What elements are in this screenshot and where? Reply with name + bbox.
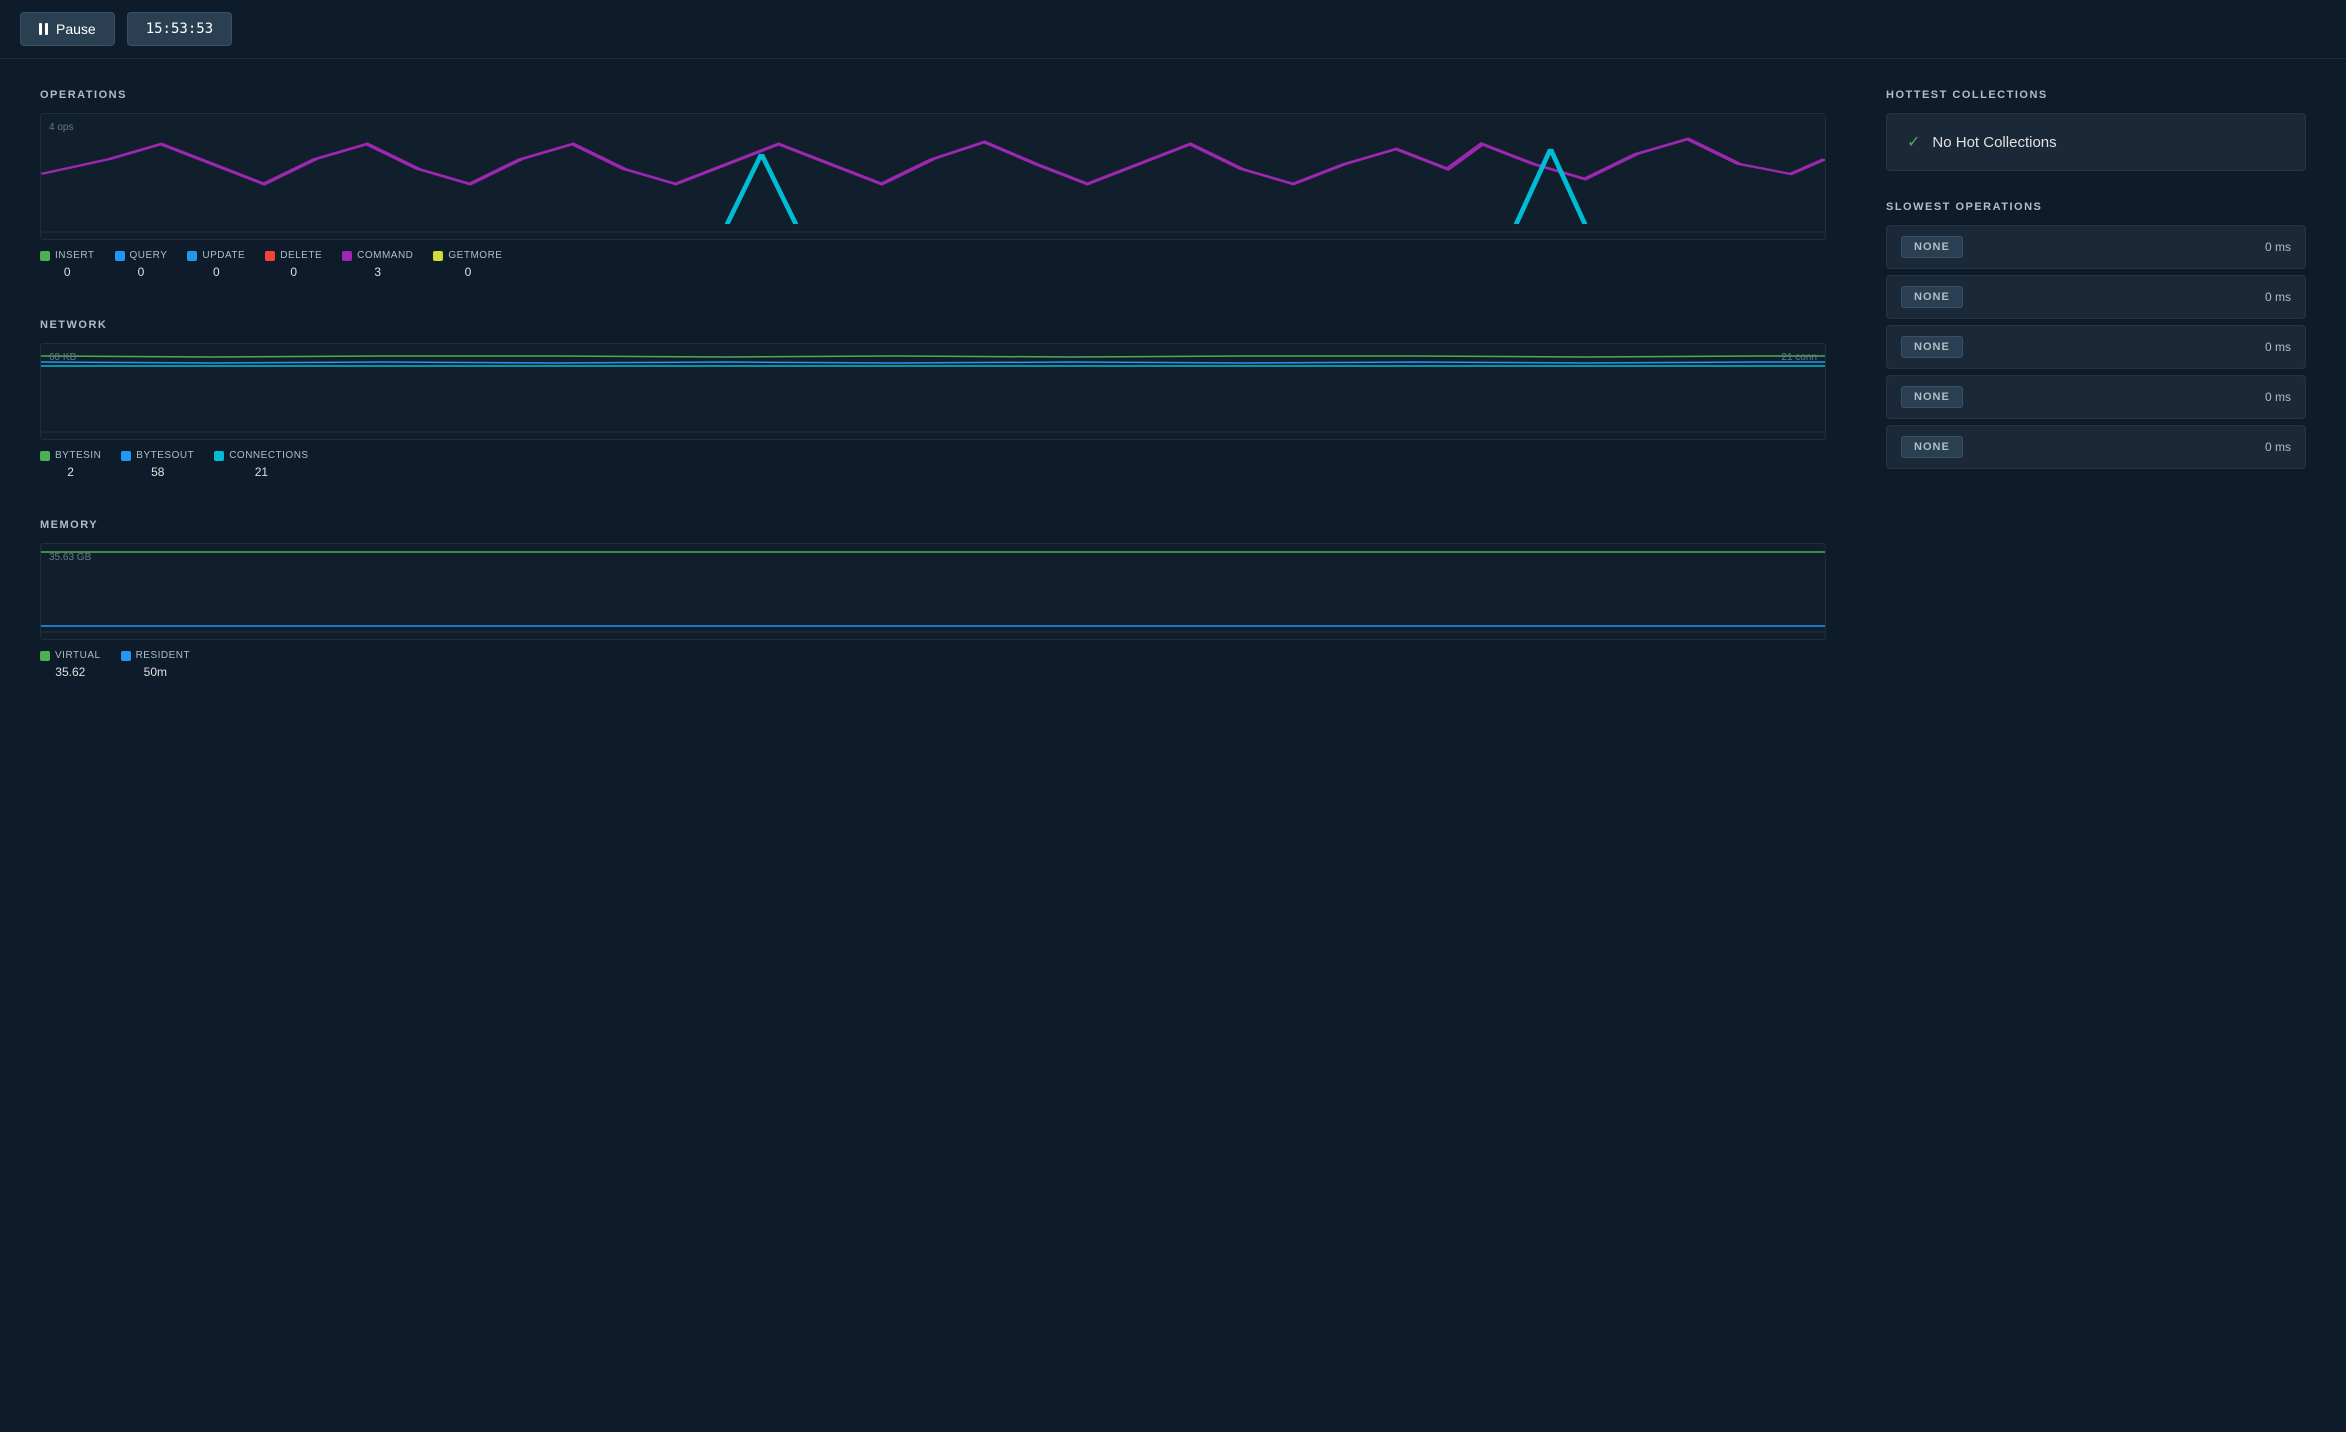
insert-value: 0 [64,265,71,279]
command-dot [342,251,352,261]
right-column: HOTTEST COLLECTIONS ✓ No Hot Collections… [1886,89,2306,679]
legend-resident: RESIDENT 50m [121,650,191,679]
delete-label: DELETE [280,250,322,261]
none-badge-1[interactable]: NONE [1901,286,1963,308]
slowest-row-4: NONE 0 ms [1886,425,2306,469]
delete-dot [265,251,275,261]
legend-bytesin: BYTESIN 2 [40,450,101,479]
checkmark-icon: ✓ [1907,132,1920,152]
bytesout-value: 58 [151,465,164,479]
left-column: OPERATIONS 4 ops INSERT [40,89,1826,679]
resident-value: 50m [144,665,167,679]
slowest-ops-list: NONE 0 ms NONE 0 ms NONE 0 ms NONE 0 ms … [1886,225,2306,469]
resident-label: RESIDENT [136,650,191,661]
query-dot [115,251,125,261]
operations-chart-area: 4 ops [40,113,1826,240]
legend-getmore: GETMORE 0 [433,250,502,279]
virtual-dot [40,651,50,661]
memory-section: MEMORY 35.63 GB VIRTUAL 35.62 [40,519,1826,679]
legend-command: COMMAND 3 [342,250,413,279]
slowest-row-3: NONE 0 ms [1886,375,2306,419]
insert-dot [40,251,50,261]
legend-virtual: VIRTUAL 35.62 [40,650,101,679]
operations-chart [41,114,1825,234]
ms-value-0: 0 ms [2265,240,2291,254]
pause-icon [39,23,48,35]
ms-value-2: 0 ms [2265,340,2291,354]
legend-insert: INSERT 0 [40,250,95,279]
getmore-value: 0 [465,265,472,279]
update-value: 0 [213,265,220,279]
command-value: 3 [374,265,381,279]
delete-value: 0 [290,265,297,279]
slowest-operations-section: SLOWEST OPERATIONS NONE 0 ms NONE 0 ms N… [1886,201,2306,469]
update-label: UPDATE [202,250,245,261]
command-label: COMMAND [357,250,413,261]
bytesin-label: BYTESIN [55,450,101,461]
none-badge-2[interactable]: NONE [1901,336,1963,358]
network-chart-area: 60 KB 21 conn [40,343,1826,440]
legend-query: QUERY 0 [115,250,168,279]
slowest-row-1: NONE 0 ms [1886,275,2306,319]
ops-legend: INSERT 0 QUERY 0 UPDATE 0 [40,250,1826,279]
legend-bytesout: BYTESOUT 58 [121,450,194,479]
resident-dot [121,651,131,661]
operations-section: OPERATIONS 4 ops INSERT [40,89,1826,279]
none-badge-0[interactable]: NONE [1901,236,1963,258]
pause-label: Pause [56,21,96,37]
slowest-row-0: NONE 0 ms [1886,225,2306,269]
network-title: NETWORK [40,319,1826,331]
ms-value-4: 0 ms [2265,440,2291,454]
update-dot [187,251,197,261]
hottest-collections-section: HOTTEST COLLECTIONS ✓ No Hot Collections [1886,89,2306,171]
none-badge-4[interactable]: NONE [1901,436,1963,458]
connections-value: 21 [255,465,268,479]
getmore-label: GETMORE [448,250,502,261]
ms-value-3: 0 ms [2265,390,2291,404]
net-y-label: 60 KB [49,352,76,363]
memory-chart [41,544,1825,634]
query-value: 0 [138,265,145,279]
topbar: Pause 15:53:53 [0,0,2346,59]
connections-label: CONNECTIONS [229,450,308,461]
insert-label: INSERT [55,250,95,261]
net-legend: BYTESIN 2 BYTESOUT 58 CONNECTIONS [40,450,1826,479]
bytesout-label: BYTESOUT [136,450,194,461]
getmore-dot [433,251,443,261]
network-section: NETWORK 60 KB 21 conn B [40,319,1826,479]
none-badge-3[interactable]: NONE [1901,386,1963,408]
mem-legend: VIRTUAL 35.62 RESIDENT 50m [40,650,1826,679]
slowest-row-2: NONE 0 ms [1886,325,2306,369]
memory-chart-area: 35.63 GB [40,543,1826,640]
timestamp-display: 15:53:53 [127,12,232,46]
virtual-label: VIRTUAL [55,650,101,661]
slowest-ops-title: SLOWEST OPERATIONS [1886,201,2306,213]
bytesin-value: 2 [67,465,74,479]
net-y-right-label: 21 conn [1781,352,1817,363]
bytesin-dot [40,451,50,461]
main-content: OPERATIONS 4 ops INSERT [0,59,2346,709]
memory-title: MEMORY [40,519,1826,531]
hottest-collections-title: HOTTEST COLLECTIONS [1886,89,2306,101]
virtual-value: 35.62 [55,665,85,679]
legend-update: UPDATE 0 [187,250,245,279]
network-chart [41,344,1825,434]
mem-y-label: 35.63 GB [49,552,91,563]
pause-button[interactable]: Pause [20,12,115,46]
operations-title: OPERATIONS [40,89,1826,101]
legend-connections: CONNECTIONS 21 [214,450,308,479]
no-hot-collections-text: No Hot Collections [1932,134,2056,151]
query-label: QUERY [130,250,168,261]
ops-y-label: 4 ops [49,122,73,133]
legend-delete: DELETE 0 [265,250,322,279]
ms-value-1: 0 ms [2265,290,2291,304]
connections-dot [214,451,224,461]
hottest-collections-box: ✓ No Hot Collections [1886,113,2306,171]
bytesout-dot [121,451,131,461]
